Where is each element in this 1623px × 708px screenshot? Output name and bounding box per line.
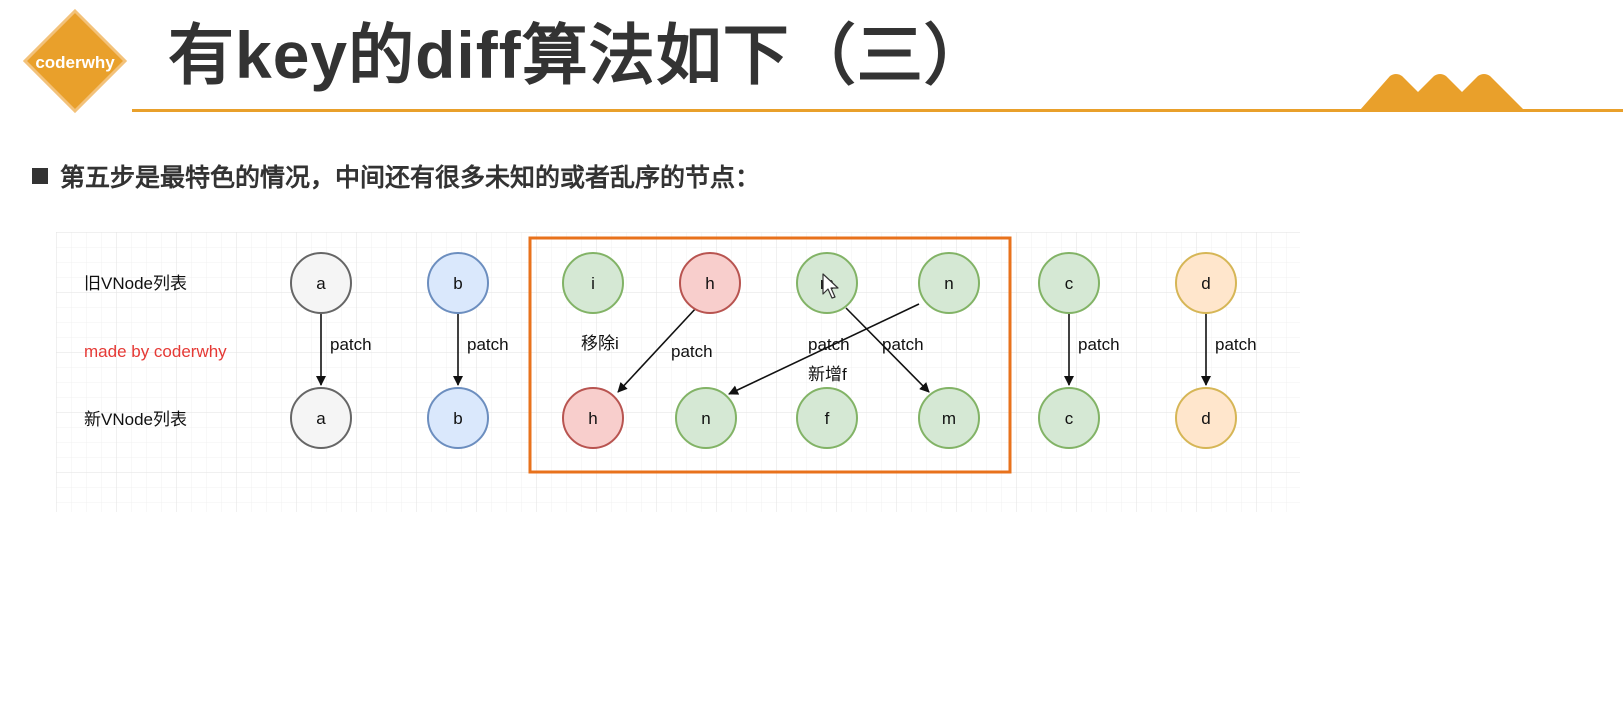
remove-i-label: 移除i xyxy=(581,334,619,353)
header-divider xyxy=(132,109,1623,112)
new-node-f-label: f xyxy=(825,409,830,428)
diff-diagram: 旧VNode列表 made by coderwhy 新VNode列表 patch… xyxy=(56,232,1300,512)
add-f-label: 新增f xyxy=(808,365,847,384)
logo-text: coderwhy xyxy=(35,53,115,72)
patch-label-b: patch xyxy=(467,335,509,354)
old-vnode-label: 旧VNode列表 xyxy=(84,274,187,293)
patch-label-d: patch xyxy=(1215,335,1257,354)
watermark-text: made by coderwhy xyxy=(84,342,227,361)
new-node-d-label: d xyxy=(1201,409,1210,428)
bullet-text: 第五步是最特色的情况，中间还有很多未知的或者乱序的节点： xyxy=(60,164,761,192)
patch-label-m: patch xyxy=(808,335,850,354)
old-node-n-label: n xyxy=(944,274,953,293)
bullet-point: 第五步是最特色的情况，中间还有很多未知的或者乱序的节点： xyxy=(32,158,760,194)
new-node-c-label: c xyxy=(1065,409,1074,428)
patch-label-h: patch xyxy=(671,342,713,361)
old-node-b-label: b xyxy=(453,274,462,293)
page-title: 有key的diff算法如下（三） xyxy=(168,18,991,92)
new-vnode-label: 新VNode列表 xyxy=(84,410,187,429)
old-node-a-label: a xyxy=(316,274,326,293)
old-node-d-label: d xyxy=(1201,274,1210,293)
old-node-h-label: h xyxy=(705,274,714,293)
grid-background xyxy=(56,232,1300,512)
patch-label-n: patch xyxy=(882,335,924,354)
square-bullet-icon xyxy=(32,168,48,184)
patch-label-c: patch xyxy=(1078,335,1120,354)
new-node-h-label: h xyxy=(588,409,597,428)
new-node-a-label: a xyxy=(316,409,326,428)
new-node-n-label: n xyxy=(701,409,710,428)
coderwhy-logo: coderwhy xyxy=(22,8,128,114)
old-node-i-label: i xyxy=(591,274,595,293)
patch-label-a: patch xyxy=(330,335,372,354)
old-node-c-label: c xyxy=(1065,274,1074,293)
new-node-b-label: b xyxy=(453,409,462,428)
new-node-m-label: m xyxy=(942,409,956,428)
